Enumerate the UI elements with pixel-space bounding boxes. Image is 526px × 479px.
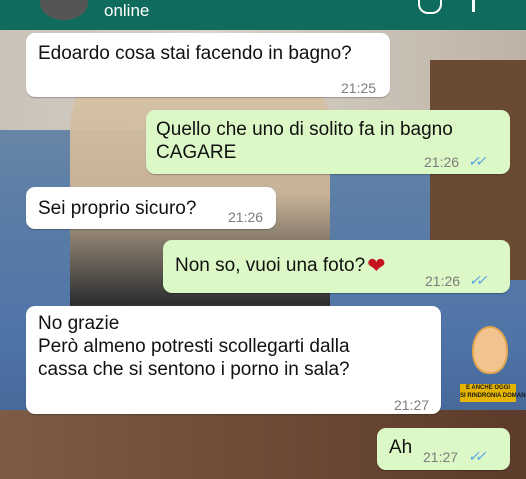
message-bubble-incoming[interactable]: No grazie Però almeno potresti scollegar… (26, 306, 441, 414)
heart-emoji-icon: ❤ (367, 253, 386, 278)
watermark-text: E ANCHE OGGI SI RINDRONIA DOMANI (460, 385, 526, 399)
contact-status: online (104, 1, 150, 20)
message-text-content: Non so, vuoi una foto? (175, 255, 366, 276)
message-time: 21:25 (341, 80, 377, 96)
message-bubble-outgoing[interactable]: Quello che uno di solito fa in bagno CAG… (146, 110, 510, 174)
message-text: Quello che uno di solito fa in bagno CAG… (156, 119, 453, 163)
message-text: Sei proprio sicuro? (38, 198, 197, 219)
watermark-face-icon (472, 326, 508, 374)
read-receipt-icon: ✓✓ (468, 153, 487, 169)
message-time: 21:27 (394, 397, 430, 413)
message-text: No grazie Però almeno potresti scollegar… (38, 313, 350, 380)
message-time: 21:27 (423, 449, 459, 465)
message-time: 21:26 (425, 273, 461, 289)
menu-icon[interactable] (472, 0, 489, 12)
message-bubble-outgoing[interactable]: Non so, vuoi una foto?❤ 21:26 ✓✓ (163, 240, 510, 293)
message-time: 21:26 (228, 209, 264, 225)
contact-avatar[interactable] (40, 0, 88, 20)
chat-header: online (0, 0, 526, 30)
message-text: Edoardo cosa stai facendo in bagno? (38, 43, 352, 64)
read-receipt-icon: ✓✓ (469, 272, 488, 288)
message-text: Ah (389, 437, 413, 458)
message-bubble-outgoing[interactable]: Ah 21:27 ✓✓ (377, 428, 510, 470)
call-icon[interactable] (418, 0, 442, 14)
message-bubble-incoming[interactable]: Sei proprio sicuro? 21:26 (26, 187, 276, 229)
message-bubble-incoming[interactable]: Edoardo cosa stai facendo in bagno? 21:2… (26, 33, 390, 97)
read-receipt-icon: ✓✓ (468, 448, 487, 464)
message-text: Non so, vuoi una foto?❤ (175, 254, 386, 277)
message-time: 21:26 (424, 154, 460, 170)
watermark-logo: E ANCHE OGGI SI RINDRONIA DOMANI (460, 326, 526, 404)
